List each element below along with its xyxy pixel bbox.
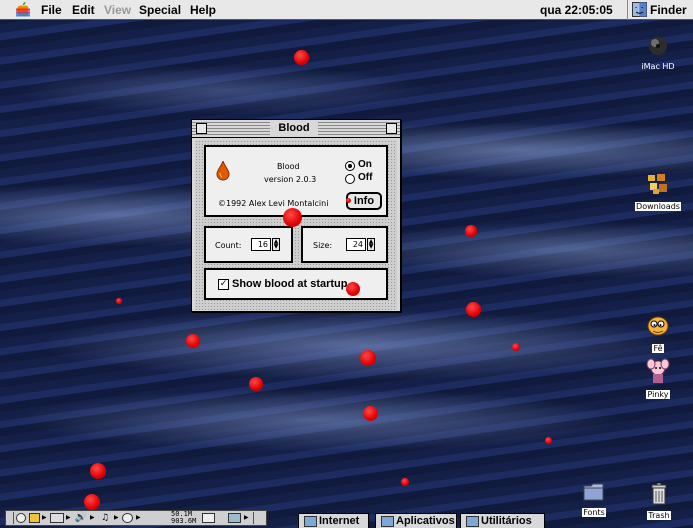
show-blood-label[interactable]: Show blood at startup bbox=[232, 278, 348, 290]
desktop-icon-fe[interactable]: Fê bbox=[640, 314, 676, 354]
arrow-icon: ▶ bbox=[114, 514, 119, 521]
finder-icon[interactable] bbox=[632, 2, 647, 17]
desktop-icon-pinky[interactable]: Pinky bbox=[638, 358, 678, 400]
blood-drop bbox=[186, 334, 200, 348]
icon-label: iMac HD bbox=[641, 62, 675, 71]
size-label: Size: bbox=[313, 241, 333, 250]
strip-handle[interactable] bbox=[7, 512, 14, 524]
arrow-icon: ▶ bbox=[90, 514, 95, 521]
count-panel: Count: 16 ▲ ▼ bbox=[204, 226, 293, 263]
title-bar[interactable]: Blood bbox=[192, 120, 400, 138]
memory-readout: 50.1M 903.6M bbox=[171, 511, 196, 525]
tab-aplicativos[interactable]: Aplicativos bbox=[375, 513, 457, 528]
speech-icon[interactable]: ♫ bbox=[98, 512, 112, 524]
blood-drop bbox=[465, 225, 477, 237]
blood-drop bbox=[90, 463, 106, 479]
memory-bottom: 903.6M bbox=[171, 517, 197, 525]
count-field[interactable]: 16 bbox=[251, 238, 271, 251]
app-name: Blood bbox=[277, 162, 300, 171]
about-panel: Blood version 2.0.3 On Off ©1992 Alex Le… bbox=[204, 145, 388, 217]
cd-player-icon[interactable] bbox=[122, 513, 133, 523]
blood-drop bbox=[294, 50, 309, 65]
desktop-icon-fonts[interactable]: Fonts bbox=[574, 482, 614, 518]
strip-end[interactable] bbox=[253, 512, 264, 524]
folder-icon bbox=[466, 516, 479, 527]
arrow-icon: ▶ bbox=[136, 514, 141, 521]
desktop-icon-downloads[interactable]: Downloads bbox=[634, 172, 682, 212]
monitor-icon[interactable] bbox=[50, 513, 64, 523]
blood-drop bbox=[360, 350, 376, 366]
desktop-icon-hd[interactable]: iMac HD bbox=[638, 36, 678, 72]
app-version: version 2.0.3 bbox=[264, 175, 317, 184]
folder-icon bbox=[304, 516, 317, 527]
off-radio-label[interactable]: Off bbox=[358, 172, 372, 183]
blood-drop bbox=[346, 282, 360, 296]
downloads-folder-icon bbox=[648, 174, 667, 194]
menu-help[interactable]: Help bbox=[190, 3, 216, 17]
blood-drop bbox=[249, 377, 263, 391]
tab-utilitarios[interactable]: Utilitários bbox=[460, 513, 545, 528]
tab-label: Internet bbox=[319, 515, 360, 527]
blood-drop bbox=[363, 406, 378, 421]
desktop: File Edit View Special Help qua 22:05:05… bbox=[0, 0, 693, 528]
blood-drop bbox=[401, 478, 409, 486]
menu-edit[interactable]: Edit bbox=[72, 3, 95, 17]
network-icon[interactable] bbox=[228, 513, 241, 523]
apple-menu-icon[interactable] bbox=[16, 2, 30, 17]
pinky-character-icon bbox=[646, 358, 670, 383]
off-radio[interactable] bbox=[345, 174, 355, 184]
arrow-icon: ▶ bbox=[244, 514, 249, 521]
size-panel: Size: 24 ▲ ▼ bbox=[301, 226, 388, 263]
arrow-icon: ▶ bbox=[42, 514, 47, 521]
appletalk-icon[interactable] bbox=[29, 513, 40, 523]
garfield-icon bbox=[647, 316, 669, 336]
blood-drop bbox=[512, 343, 520, 351]
size-field[interactable]: 24 bbox=[346, 238, 366, 251]
collapse-box[interactable] bbox=[386, 123, 397, 134]
desktop-icon-trash[interactable]: Trash bbox=[641, 482, 677, 521]
menu-view[interactable]: View bbox=[104, 3, 131, 17]
control-strip: ▶ ▶ 🔊 ▶ ♫ ▶ ▶ 50.1M 903.6M ▶ bbox=[5, 510, 267, 526]
copyright-text: ©1992 Alex Levi Montalcini bbox=[218, 199, 329, 208]
trash-icon bbox=[651, 482, 667, 505]
icon-label: Downloads bbox=[635, 202, 681, 211]
tab-internet[interactable]: Internet bbox=[298, 513, 369, 528]
printer-icon[interactable] bbox=[202, 513, 215, 523]
size-stepper[interactable]: ▲ ▼ bbox=[367, 238, 375, 251]
menu-file[interactable]: File bbox=[41, 3, 62, 17]
menu-bar: File Edit View Special Help qua 22:05:05… bbox=[0, 0, 693, 20]
blood-drop bbox=[346, 198, 351, 203]
arrow-icon: ▶ bbox=[66, 514, 71, 521]
menubar-divider bbox=[627, 0, 628, 20]
icon-label: Pinky bbox=[646, 390, 670, 399]
startup-panel: ✓ Show blood at startup bbox=[204, 268, 388, 300]
folder-icon bbox=[381, 516, 394, 527]
icon-label: Fonts bbox=[582, 508, 606, 517]
cd-icon[interactable] bbox=[16, 513, 26, 523]
blood-drop bbox=[466, 302, 481, 317]
blood-drop-icon bbox=[216, 161, 230, 181]
window-title: Blood bbox=[270, 121, 318, 135]
on-radio-label[interactable]: On bbox=[358, 159, 372, 170]
on-radio[interactable] bbox=[345, 161, 355, 171]
menubar-clock[interactable]: qua 22:05:05 bbox=[540, 3, 613, 17]
info-button[interactable]: Info bbox=[347, 193, 381, 209]
tab-label: Aplicativos bbox=[396, 515, 455, 527]
blood-drop bbox=[84, 494, 100, 510]
folder-icon bbox=[583, 483, 604, 501]
count-label: Count: bbox=[215, 241, 242, 250]
imac-hd-icon bbox=[649, 37, 667, 55]
close-box[interactable] bbox=[196, 123, 207, 134]
blood-drop bbox=[283, 208, 302, 227]
blood-drop bbox=[545, 437, 552, 444]
icon-label: Fê bbox=[652, 344, 664, 353]
count-stepper[interactable]: ▲ ▼ bbox=[272, 238, 280, 251]
tab-label: Utilitários bbox=[481, 515, 532, 527]
sound-icon[interactable]: 🔊 bbox=[74, 512, 88, 524]
show-blood-checkbox[interactable]: ✓ bbox=[218, 279, 229, 290]
application-menu[interactable]: Finder bbox=[650, 3, 687, 17]
icon-label: Trash bbox=[647, 511, 671, 520]
blood-drop bbox=[116, 298, 122, 304]
menu-special[interactable]: Special bbox=[139, 3, 181, 17]
